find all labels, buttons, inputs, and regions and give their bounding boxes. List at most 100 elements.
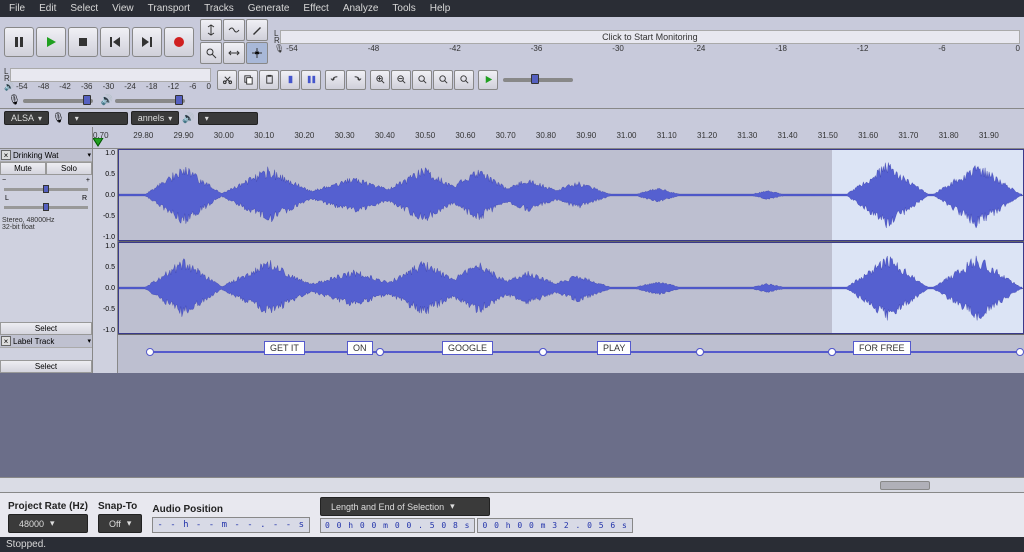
multi-tool[interactable]: ✱ (246, 42, 268, 64)
menu-analyze[interactable]: Analyze (336, 3, 386, 14)
label-area[interactable]: GET IT ON GOOGLE PLAY FOR FREE (118, 335, 1024, 373)
snap-to-label: Snap-To (98, 501, 142, 512)
label-handle[interactable] (376, 348, 384, 356)
play-speed-slider[interactable] (499, 78, 577, 82)
record-button[interactable] (164, 27, 194, 57)
menu-transport[interactable]: Transport (141, 3, 197, 14)
playback-device-select[interactable] (198, 112, 258, 125)
tick: -42 (59, 82, 71, 91)
menu-view[interactable]: View (105, 3, 141, 14)
channel-left[interactable] (118, 149, 1024, 242)
channel-right[interactable] (118, 242, 1024, 335)
selection-start-display[interactable]: 0 0 h 0 0 m 0 0 . 5 0 8 s (320, 518, 475, 533)
track-close-button[interactable]: × (1, 150, 11, 160)
recording-channels-select[interactable]: annels (131, 111, 180, 125)
play-at-speed-toolbar (476, 68, 579, 92)
draw-tool[interactable] (246, 19, 268, 41)
pause-button[interactable] (4, 27, 34, 57)
track-name[interactable]: Drinking Wat (11, 151, 87, 160)
label-handle[interactable] (828, 348, 836, 356)
menu-effect[interactable]: Effect (296, 3, 335, 14)
timeline-tick: 30.30 (335, 131, 355, 140)
track-control-panel: × Drinking Wat ▾ Mute Solo −+ LR Stereo,… (0, 149, 93, 335)
vtick: 0.5 (93, 171, 117, 178)
menu-help[interactable]: Help (423, 3, 458, 14)
label-handle[interactable] (696, 348, 704, 356)
zoom-toggle-button[interactable] (454, 70, 474, 90)
silence-button[interactable] (301, 70, 321, 90)
timeline-tick: 31.50 (818, 131, 838, 140)
vtick: -0.5 (93, 306, 117, 313)
timeline-tick: 30.20 (294, 131, 314, 140)
menu-tools[interactable]: Tools (385, 3, 422, 14)
scroll-thumb[interactable] (880, 481, 930, 490)
stop-button[interactable] (68, 27, 98, 57)
track-name[interactable]: Label Track (11, 337, 87, 346)
tick: -42 (449, 44, 461, 53)
label-text[interactable]: FOR FREE (853, 341, 911, 355)
recording-volume-slider[interactable]: 🎙 (4, 95, 97, 106)
recording-device-select[interactable] (68, 112, 128, 125)
track-close-button[interactable]: × (1, 336, 11, 346)
transport-toolbar (0, 23, 198, 61)
label-handle[interactable] (1016, 348, 1024, 356)
skip-end-button[interactable] (132, 27, 162, 57)
label-text[interactable]: PLAY (597, 341, 631, 355)
fit-selection-button[interactable] (412, 70, 432, 90)
redo-button[interactable] (346, 70, 366, 90)
menu-generate[interactable]: Generate (241, 3, 297, 14)
selection-tool[interactable] (200, 19, 222, 41)
label-text[interactable]: GET IT (264, 341, 305, 355)
timeshift-tool[interactable] (223, 42, 245, 64)
fit-project-button[interactable] (433, 70, 453, 90)
audio-host-select[interactable]: ALSA (4, 111, 49, 125)
selection-end-display[interactable]: 0 0 h 0 0 m 3 2 . 0 5 6 s (477, 518, 632, 533)
menu-select[interactable]: Select (63, 3, 105, 14)
menu-file[interactable]: File (2, 3, 32, 14)
audio-position-label: Audio Position (152, 504, 310, 515)
label-text[interactable]: ON (347, 341, 373, 355)
tick: -18 (146, 82, 158, 91)
project-rate-select[interactable]: 48000 (8, 514, 88, 533)
tick: -54 (16, 82, 28, 91)
vtick: 0.5 (93, 264, 117, 271)
paste-button[interactable] (259, 70, 279, 90)
menu-tracks[interactable]: Tracks (197, 3, 241, 14)
selection-mode-select[interactable]: Length and End of Selection (320, 497, 490, 516)
zoom-out-button[interactable] (391, 70, 411, 90)
label-handle[interactable] (539, 348, 547, 356)
envelope-tool[interactable] (223, 19, 245, 41)
track-select-button[interactable]: Select (0, 360, 92, 373)
mute-button[interactable]: Mute (0, 162, 46, 175)
track-select-button[interactable]: Select (0, 322, 92, 335)
snap-to-select[interactable]: Off (98, 514, 142, 533)
skip-start-button[interactable] (100, 27, 130, 57)
meter-click-text: Click to Start Monitoring (281, 32, 1019, 42)
solo-button[interactable]: Solo (46, 162, 92, 175)
timeline-ruler[interactable]: 0.7029.8029.9030.0030.1030.2030.3030.403… (0, 127, 1024, 149)
trim-button[interactable] (280, 70, 300, 90)
track-menu-button[interactable]: ▾ (87, 151, 91, 159)
undo-button[interactable] (325, 70, 345, 90)
menu-edit[interactable]: Edit (32, 3, 63, 14)
recording-meter[interactable]: L R Click to Start Monitoring 🎙 -54-48-4… (270, 28, 1024, 55)
track-menu-button[interactable]: ▾ (87, 337, 91, 345)
audio-position-display[interactable]: - - h - - m - - . - - s (152, 517, 310, 533)
zoom-in-button[interactable] (370, 70, 390, 90)
gain-slider[interactable] (4, 188, 88, 191)
timeline-tick: 31.90 (979, 131, 999, 140)
label-text[interactable]: GOOGLE (442, 341, 493, 355)
copy-button[interactable] (238, 70, 258, 90)
label-handle[interactable] (146, 348, 154, 356)
waveform-area[interactable] (118, 149, 1024, 335)
timeline-tick: 31.70 (898, 131, 918, 140)
cut-button[interactable] (217, 70, 237, 90)
play-at-speed-button[interactable] (478, 70, 498, 90)
pan-slider[interactable] (4, 206, 88, 209)
playback-volume-slider[interactable]: 🔊 (97, 95, 189, 106)
horizontal-scrollbar[interactable] (0, 477, 1024, 492)
label-region-line[interactable] (700, 351, 832, 353)
play-button[interactable] (36, 27, 66, 57)
playback-meter[interactable]: L R 🔊 -54-48-42-36-30-24-18-12-60 (0, 66, 215, 93)
zoom-tool[interactable] (200, 42, 222, 64)
